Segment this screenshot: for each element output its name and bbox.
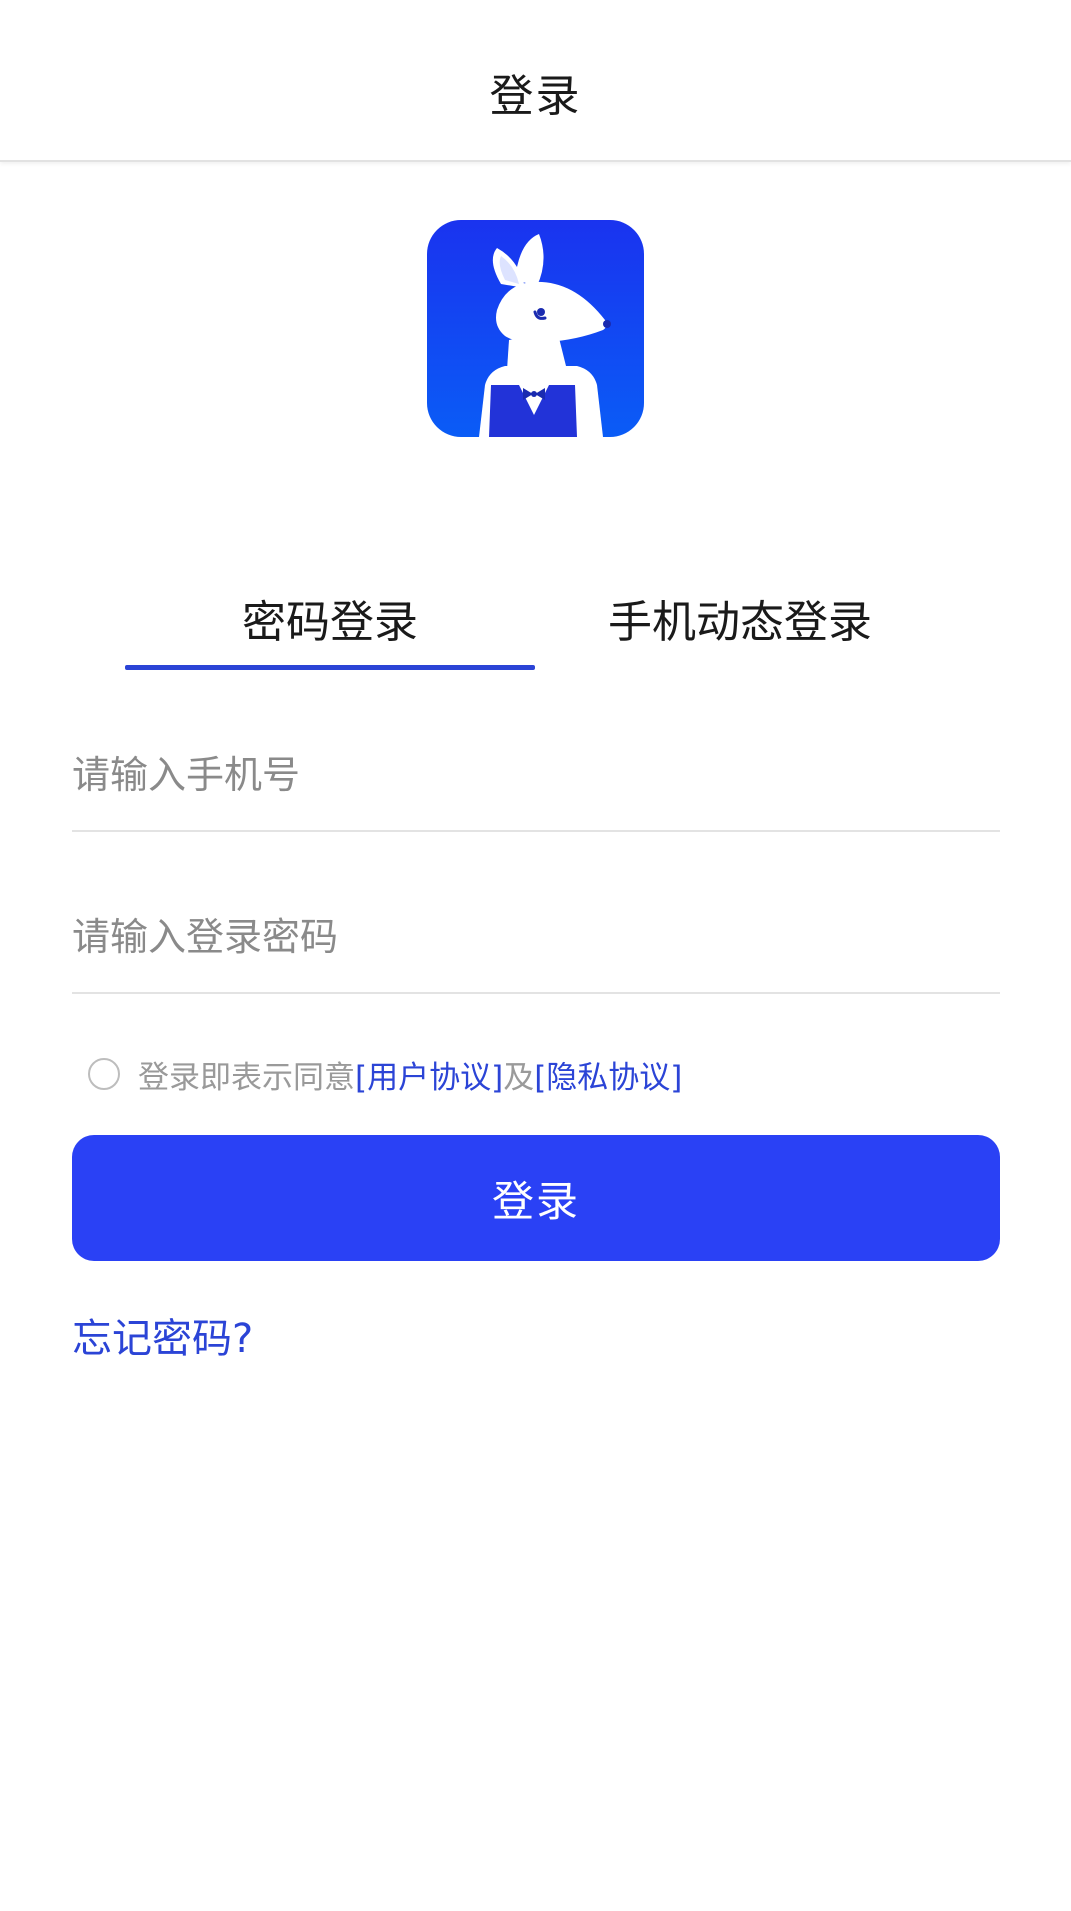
agreement-checkbox[interactable] xyxy=(88,1058,120,1090)
app-logo-icon xyxy=(427,220,644,437)
agreement-and: 及 xyxy=(503,1059,535,1096)
agreement-prefix: 登录即表示同意 xyxy=(138,1059,355,1096)
tab-password-login[interactable]: 密码登录 xyxy=(125,586,535,650)
page-title: 登录 xyxy=(489,71,582,122)
tab-phone-dynamic-login[interactable]: 手机动态登录 xyxy=(535,586,945,650)
user-agreement-link[interactable]: [用户协议] xyxy=(355,1052,503,1097)
phone-field xyxy=(72,720,1000,832)
forgot-password-link[interactable]: 忘记密码? xyxy=(72,1306,253,1364)
password-input[interactable] xyxy=(72,882,1000,992)
agreement-row: 登录即表示同意 [用户协议] 及 [隐私协议] xyxy=(88,1052,682,1096)
password-field xyxy=(72,882,1000,994)
login-tabs: 密码登录 手机动态登录 xyxy=(0,570,1071,680)
phone-input[interactable] xyxy=(72,720,1000,830)
nav-bar: 登录 xyxy=(0,0,1071,162)
privacy-agreement-link[interactable]: [隐私协议] xyxy=(534,1052,682,1097)
active-tab-indicator xyxy=(125,665,535,670)
login-button[interactable]: 登录 xyxy=(72,1135,1000,1261)
